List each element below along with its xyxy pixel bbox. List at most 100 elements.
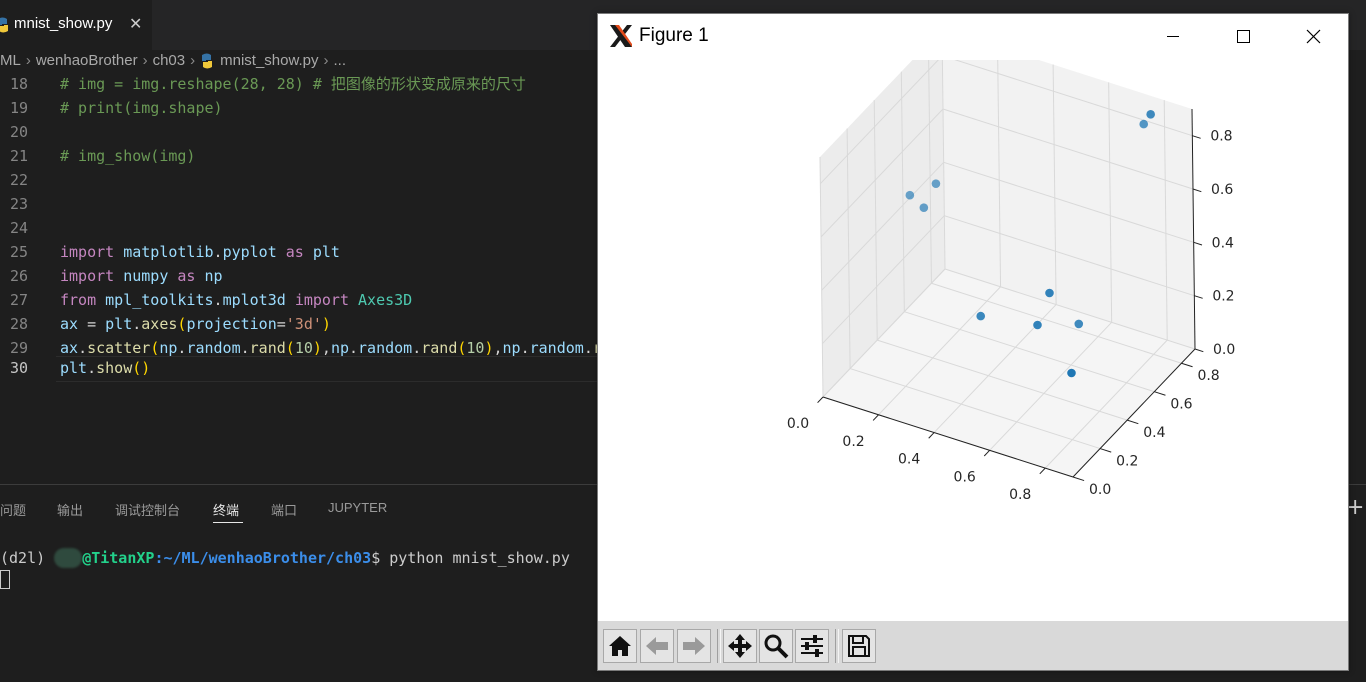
x-tick — [928, 432, 935, 439]
z-tick — [1194, 348, 1204, 353]
z-tick — [1192, 188, 1202, 193]
figure-toolbar — [598, 621, 1348, 670]
z-tick — [1192, 135, 1201, 139]
pan-icon — [728, 634, 752, 658]
configure-subplots-button[interactable] — [795, 629, 829, 663]
tab-output[interactable]: 输出 — [57, 500, 83, 519]
save-button[interactable] — [842, 629, 876, 663]
tab-jupyter[interactable]: JUPYTER — [328, 500, 387, 515]
breadcrumb-item-file[interactable]: mnist_show.py — [220, 50, 318, 72]
code-text: plt.show() — [60, 359, 151, 377]
z-tick — [1194, 295, 1203, 299]
terminal-prompt: (d2l) @TitanXP:~/ML/wenhaoBrother/ch03$ … — [0, 548, 570, 568]
configure-subplots-icon — [801, 635, 823, 657]
line-number: 20 — [9, 123, 28, 141]
code-text: ax = plt.axes(projection='3d') — [60, 315, 331, 333]
scatter-point — [1067, 368, 1076, 378]
zoom-button[interactable] — [759, 629, 793, 663]
scatter-point — [931, 179, 941, 188]
y-tick-label: 0.4 — [1143, 425, 1165, 441]
breadcrumb-item-wenhaobrother[interactable]: wenhaoBrother — [36, 50, 138, 72]
y-tick-label: 0.0 — [1089, 482, 1111, 498]
x-tick-label: 0.6 — [954, 469, 976, 485]
line-number: 18 — [9, 75, 28, 93]
z-tick-label: 0.0 — [1213, 342, 1235, 358]
y-tick — [1072, 476, 1085, 482]
x-tick — [983, 449, 991, 457]
code-text: from mpl_toolkits.mplot3d import Axes3D — [60, 291, 413, 309]
line-number: 28 — [9, 315, 28, 333]
code-line: 26 import numpy as np — [0, 264, 600, 288]
tab-problems[interactable]: 问题 — [0, 500, 26, 519]
chevron-right-icon: › — [190, 52, 196, 69]
maximize-button[interactable] — [1208, 14, 1278, 59]
code-text: import matplotlib.pyplot as plt — [60, 243, 340, 261]
figure-title: Figure 1 — [639, 25, 709, 46]
code-line: 24 — [0, 216, 600, 240]
back-icon — [646, 637, 668, 655]
minimize-button[interactable] — [1138, 14, 1208, 59]
scatter-3d-chart: 0.0 0.2 0.4 0.6 0.8 0.0 0.2 0.4 0.6 0.8 0.0 0.2 0.4 0… — [787, 28, 1235, 503]
active-tab-indicator — [213, 522, 243, 523]
x-tick-label: 0.4 — [898, 452, 920, 468]
toolbar-separator — [835, 629, 839, 663]
home-icon — [609, 636, 631, 656]
pan-button[interactable] — [723, 629, 757, 663]
figure-titlebar: Figure 1 — [598, 14, 1348, 60]
code-line: 18 # img = img.reshape(28, 28) # 把图像的形状变… — [0, 72, 600, 96]
scatter-point — [1146, 110, 1155, 119]
z-tick-label: 0.2 — [1212, 289, 1234, 305]
code-line: 21 # img_show(img) — [0, 144, 600, 168]
line-number: 25 — [9, 243, 28, 261]
code-editor[interactable]: 18 # img = img.reshape(28, 28) # 把图像的形状变… — [0, 72, 674, 482]
y-tick — [1181, 362, 1193, 368]
code-text: # img_show(img) — [60, 147, 196, 165]
line-number: 23 — [9, 195, 28, 213]
zoom-icon — [764, 634, 789, 659]
y-tick-label: 0.2 — [1116, 454, 1138, 470]
tab-label: mnist_show.py — [14, 15, 113, 32]
z-tick-label: 0.4 — [1212, 235, 1234, 251]
line-number: 24 — [9, 219, 28, 237]
code-line: 25 import matplotlib.pyplot as plt — [0, 240, 600, 264]
line-number: 30 — [9, 359, 28, 377]
code-line: 27 from mpl_toolkits.mplot3d import Axes… — [0, 288, 600, 312]
breadcrumb-item-symbols[interactable]: ... — [334, 50, 347, 72]
y-tick — [1127, 419, 1139, 425]
terminal-cursor — [0, 570, 10, 589]
line-number: 19 — [9, 99, 28, 117]
code-text: # print(img.shape) — [60, 99, 223, 117]
breadcrumb-item-ch03[interactable]: ch03 — [153, 50, 186, 72]
code-text: # img = img.reshape(28, 28) # 把图像的形状变成原来… — [60, 75, 526, 93]
tab-mnist-show[interactable]: mnist_show.py ✕ — [0, 0, 152, 50]
python-file-icon — [0, 17, 10, 37]
forward-button[interactable] — [677, 629, 711, 663]
scatter-point — [1033, 320, 1042, 330]
code-line-active: 30 plt.show() — [0, 356, 600, 380]
tab-debug-console[interactable]: 调试控制台 — [115, 500, 180, 519]
scatter-point — [1045, 288, 1054, 298]
x-tick-label: 0.0 — [787, 416, 809, 432]
code-line: 19 # print(img.shape) — [0, 96, 600, 120]
breadcrumb-item-ml[interactable]: ML — [0, 50, 21, 72]
close-icon[interactable]: ✕ — [129, 14, 142, 33]
y-tick-label: 0.6 — [1170, 397, 1192, 413]
close-button[interactable] — [1278, 14, 1348, 59]
back-button[interactable] — [640, 629, 674, 663]
tab-ports[interactable]: 端口 — [271, 500, 297, 519]
z-tick — [1193, 241, 1203, 246]
toolbar-separator — [717, 629, 721, 663]
tab-terminal[interactable]: 终端 — [213, 500, 239, 519]
line-number: 22 — [9, 171, 28, 189]
home-button[interactable] — [603, 629, 637, 663]
terminal-env: (d2l) — [0, 549, 46, 567]
terminal-user-host: @TitanXP — [82, 549, 155, 567]
code-line: 23 — [0, 192, 600, 216]
forward-icon — [683, 637, 705, 655]
scatter-point — [1074, 319, 1084, 329]
plot-canvas[interactable]: 0.0 0.2 0.4 0.6 0.8 0.0 0.2 0.4 0.6 0.8 0.0 0.2 0.4 0… — [598, 28, 1348, 620]
chevron-right-icon: › — [323, 52, 329, 69]
line-number: 27 — [9, 291, 28, 309]
y-tick — [1099, 448, 1112, 453]
scatter-point — [976, 311, 986, 321]
